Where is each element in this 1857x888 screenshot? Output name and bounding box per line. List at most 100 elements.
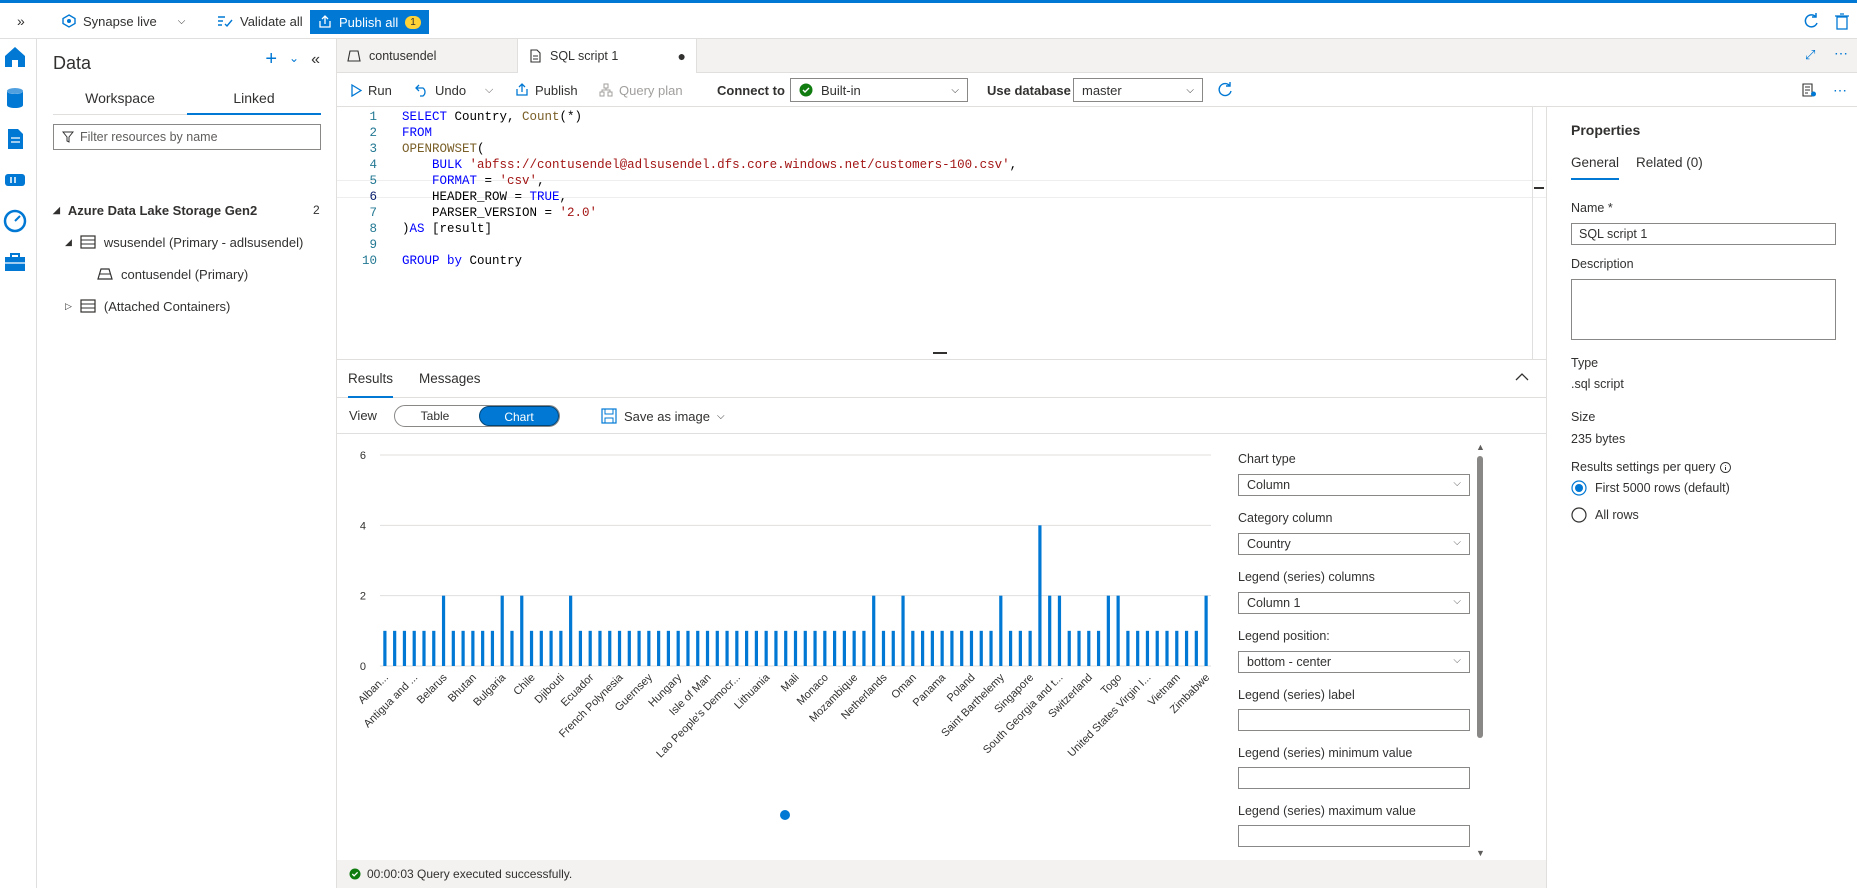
- data-icon[interactable]: [2, 85, 28, 111]
- undo-dropdown-chevron-icon[interactable]: ⌵: [485, 73, 493, 107]
- chart-bar: [725, 630, 729, 666]
- image-save-icon: [601, 408, 617, 424]
- chart-bar: [1067, 630, 1071, 666]
- query-plan-icon: [599, 83, 613, 97]
- x-tick-label: Mali: [779, 672, 802, 695]
- doc-tab-contusendel[interactable]: contusendel: [337, 39, 517, 73]
- section-adls-gen2[interactable]: ◢ Azure Data Lake Storage Gen2: [53, 198, 257, 222]
- collapse-results-icon[interactable]: [1515, 369, 1529, 385]
- code-line-7: PARSER_VERSION = '2.0': [402, 206, 598, 220]
- scroll-up-icon[interactable]: ▲: [1476, 442, 1485, 452]
- maximize-icon[interactable]: ⤢: [1805, 47, 1815, 63]
- mode-selector[interactable]: Synapse live ⌵: [62, 3, 185, 39]
- tree-item-attached-containers[interactable]: ▷ (Attached Containers): [65, 294, 230, 318]
- y-tick-label: 2: [360, 591, 366, 603]
- publish-button[interactable]: Publish: [515, 73, 578, 107]
- add-icon[interactable]: +: [265, 49, 277, 69]
- top-toolbar: » Synapse live ⌵ Validate all Publish al…: [0, 3, 1857, 39]
- unsaved-dot-icon[interactable]: ●: [678, 48, 686, 64]
- integrate-icon[interactable]: [2, 167, 28, 193]
- chevron-down-icon: ⌵: [177, 15, 186, 27]
- legend-columns-select[interactable]: Column 1 ⌵: [1238, 592, 1470, 614]
- refresh-database-icon[interactable]: [1217, 73, 1233, 107]
- connect-to-select[interactable]: Built-in ⌵: [790, 78, 968, 102]
- editor-scrollbar[interactable]: [1532, 107, 1546, 359]
- chart-bar: [481, 630, 485, 666]
- code-line-4: BULK 'abfss://contusendel@adlsusendel.df…: [432, 158, 1018, 172]
- tab-messages[interactable]: Messages: [419, 360, 481, 398]
- develop-icon[interactable]: [2, 126, 28, 152]
- tab-related[interactable]: Related (0): [1636, 150, 1703, 180]
- type-value: .sql script: [1571, 377, 1624, 391]
- properties-toggle-icon[interactable]: [1801, 73, 1817, 107]
- data-panel-tabs: Workspace Linked: [53, 85, 321, 115]
- monitor-icon[interactable]: [2, 208, 28, 234]
- name-value: SQL script 1: [1579, 227, 1648, 241]
- code-line-3: OPENROWSET(: [402, 142, 485, 156]
- more-options-icon[interactable]: ⋯: [1833, 73, 1847, 107]
- tab-linked[interactable]: Linked: [187, 85, 321, 115]
- view-table-option[interactable]: Table: [395, 406, 475, 426]
- chart-bar: [647, 630, 651, 666]
- run-button[interactable]: Run: [351, 73, 392, 107]
- chart-bar: [930, 630, 934, 666]
- radio-all-rows[interactable]: All rows: [1571, 507, 1639, 523]
- view-chart-option[interactable]: Chart: [479, 406, 559, 426]
- undo-button[interactable]: Undo: [415, 73, 466, 107]
- home-icon[interactable]: [2, 44, 28, 70]
- tree-item-contusendel[interactable]: contusendel (Primary): [97, 262, 248, 286]
- x-tick-label: Belarus: [415, 671, 450, 706]
- tab-workspace[interactable]: Workspace: [53, 85, 187, 115]
- y-tick-label: 4: [360, 520, 366, 532]
- chart-bar: [686, 630, 690, 666]
- collapse-panel-icon[interactable]: «: [311, 51, 320, 69]
- tab-general[interactable]: General: [1571, 150, 1620, 180]
- radio-selected-icon: [1571, 480, 1587, 496]
- chevron-down-icon: ⌵: [1453, 478, 1461, 489]
- splitter-handle[interactable]: [933, 352, 947, 354]
- refresh-icon[interactable]: [1802, 3, 1820, 39]
- publish-all-button[interactable]: Publish all 1: [310, 10, 429, 34]
- category-column-select[interactable]: Country ⌵: [1238, 533, 1470, 555]
- info-icon[interactable]: [1719, 461, 1731, 473]
- legend-position-value: bottom - center: [1247, 655, 1332, 669]
- results-settings-row: Results settings per query: [1571, 460, 1731, 474]
- name-input[interactable]: SQL script 1: [1571, 223, 1836, 245]
- chart-bar: [715, 630, 719, 666]
- chart-bar: [891, 630, 895, 666]
- chart-bar: [803, 630, 807, 666]
- doc-tab-sql-script-1[interactable]: SQL script 1 ●: [517, 39, 697, 73]
- chart-type-select[interactable]: Column ⌵: [1238, 474, 1470, 496]
- tab-results[interactable]: Results: [348, 360, 394, 398]
- legend-max-input[interactable]: [1238, 825, 1470, 847]
- collapse-all-icon[interactable]: ⌄: [289, 51, 299, 69]
- legend-min-input[interactable]: [1238, 767, 1470, 789]
- settings-scrollbar[interactable]: ▲ ▼: [1476, 442, 1485, 860]
- expand-icon[interactable]: »: [17, 3, 25, 39]
- view-toggle[interactable]: Table Chart: [394, 405, 560, 427]
- chart-bar: [735, 630, 739, 666]
- scrollbar-marker: [1534, 187, 1544, 189]
- legend-position-select[interactable]: bottom - center ⌵: [1238, 651, 1470, 673]
- scrollbar-thumb[interactable]: [1477, 456, 1483, 738]
- radio-first-5000[interactable]: First 5000 rows (default): [1571, 480, 1730, 496]
- chart-bar: [1145, 630, 1150, 666]
- tree-item-wsusendel[interactable]: ◢ wsusendel (Primary - adlsusendel): [65, 230, 303, 254]
- save-as-image-button[interactable]: Save as image ⌵: [601, 398, 725, 434]
- chart-bar: [520, 595, 524, 666]
- use-database-select[interactable]: master ⌵: [1073, 78, 1203, 102]
- chart-bar: [989, 630, 993, 666]
- validate-all-button[interactable]: Validate all: [217, 3, 303, 39]
- legend-label-input[interactable]: [1238, 709, 1470, 731]
- filter-input[interactable]: Filter resources by name: [53, 124, 321, 150]
- query-plan-button[interactable]: Query plan: [599, 73, 683, 107]
- scroll-down-icon[interactable]: ▼: [1476, 848, 1485, 858]
- status-text: 00:00:03 Query executed successfully.: [367, 867, 573, 881]
- description-textarea[interactable]: [1571, 279, 1836, 340]
- manage-icon[interactable]: [2, 249, 28, 275]
- line-number: 4: [369, 158, 377, 172]
- publish-icon: [319, 15, 331, 28]
- discard-icon[interactable]: [1834, 3, 1850, 39]
- sql-editor[interactable]: 1 2 3 4 5 6 7 8 9 10 SELECT Country, Count(*) FRO…: [337, 107, 1546, 359]
- more-options-icon[interactable]: ⋯: [1834, 45, 1848, 62]
